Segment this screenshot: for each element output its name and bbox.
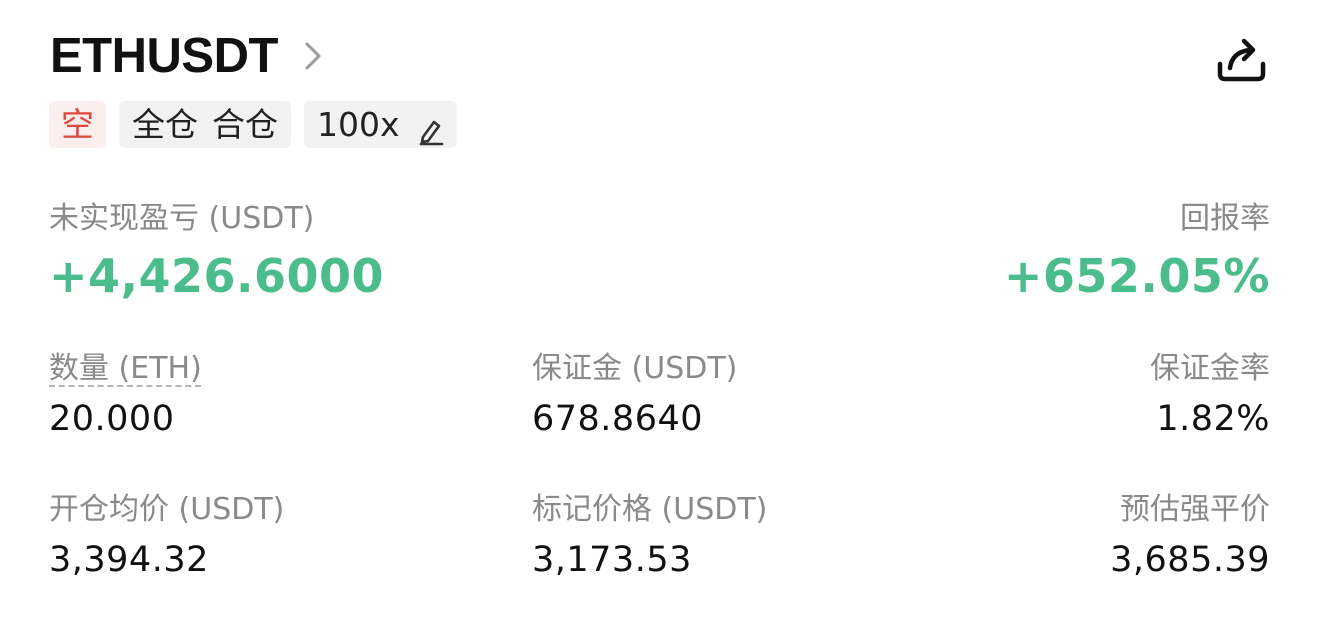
leverage-button[interactable]: 100x: [304, 101, 457, 148]
liquidation-price-label: 预估强平价: [1120, 492, 1270, 527]
leverage-label: 100x: [317, 105, 400, 144]
roi-value: +652.05%: [1003, 249, 1270, 303]
entry-price-label: 开仓均价 (USDT): [49, 492, 285, 527]
margin-value: 678.8640: [532, 399, 704, 439]
margin-mode-badge: 全仓 合仓: [119, 101, 291, 148]
position-card: ETHUSDT 空 全仓 合仓 100x 未实现盈亏 (USDT) +4,426…: [0, 0, 1320, 619]
side-label: 空: [61, 105, 94, 144]
margin-mode-2-label: 合仓: [212, 105, 278, 144]
unrealized-pnl-label: 未实现盈亏 (USDT): [49, 201, 315, 236]
quantity-value: 20.000: [49, 399, 175, 439]
roi-label: 回报率: [1180, 201, 1270, 236]
position-tags: 空 全仓 合仓 100x: [49, 101, 457, 148]
margin-label: 保证金 (USDT): [532, 351, 738, 386]
symbol-title[interactable]: ETHUSDT: [50, 28, 278, 84]
quantity-label[interactable]: 数量 (ETH): [49, 351, 202, 387]
margin-mode-1-label: 全仓: [132, 105, 198, 144]
unrealized-pnl-value: +4,426.6000: [49, 249, 385, 303]
mark-price-value: 3,173.53: [532, 540, 692, 580]
chevron-right-icon[interactable]: [304, 41, 322, 71]
side-badge: 空: [49, 101, 106, 148]
mark-price-label: 标记价格 (USDT): [532, 492, 768, 527]
share-icon[interactable]: [1214, 34, 1268, 84]
position-header[interactable]: ETHUSDT: [50, 28, 322, 84]
liquidation-price-value: 3,685.39: [1110, 540, 1270, 580]
edit-icon: [418, 111, 444, 145]
entry-price-value: 3,394.32: [49, 540, 209, 580]
margin-ratio-label: 保证金率: [1150, 351, 1270, 386]
margin-ratio-value: 1.82%: [1156, 399, 1270, 439]
